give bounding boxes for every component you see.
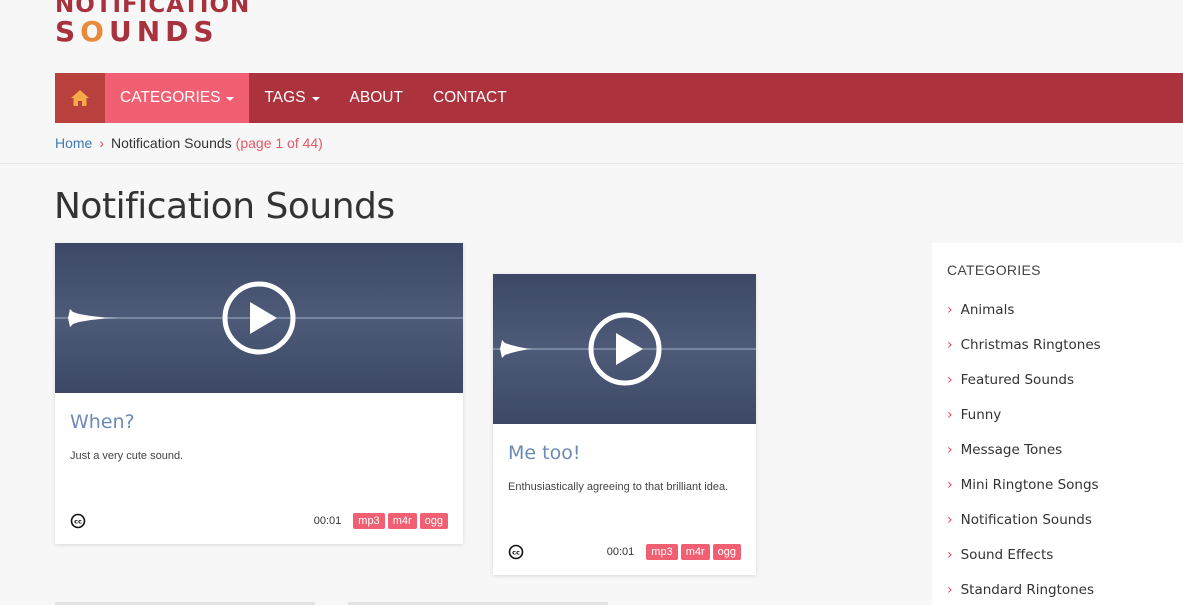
category-label: Animals: [960, 301, 1015, 318]
site-logo[interactable]: NOTIFICATION SOUNDS: [55, 0, 250, 46]
breadcrumb: Home › Notification Sounds (page 1 of 44…: [55, 135, 323, 151]
sound-description: Just a very cute sound.: [70, 450, 184, 462]
card-footer: cc 00:01 mp3 m4r ogg: [70, 513, 448, 529]
sound-card: Me too! Enthusiastically agreeing to tha…: [493, 274, 756, 575]
category-item-animals[interactable]: › Animals: [947, 292, 1168, 327]
nav-categories-label: CATEGORIES: [120, 89, 221, 106]
nav-tags[interactable]: TAGS: [249, 73, 334, 123]
sound-player[interactable]: [55, 243, 463, 393]
breadcrumb-page-info: (page 1 of 44): [235, 135, 323, 151]
chevron-right-icon: ›: [947, 511, 953, 528]
play-icon[interactable]: [587, 311, 663, 387]
caret-down-icon: [226, 97, 235, 101]
main-navbar: CATEGORIES TAGS ABOUT CONTACT: [55, 73, 1183, 123]
chevron-right-icon: ›: [947, 476, 953, 493]
logo-o-mark: O: [80, 15, 109, 48]
chevron-right-icon: ›: [947, 441, 953, 458]
svg-text:cc: cc: [74, 518, 82, 526]
caret-down-icon: [311, 97, 320, 101]
nav-contact[interactable]: CONTACT: [418, 73, 522, 123]
category-item-funny[interactable]: › Funny: [947, 397, 1168, 432]
category-label: Funny: [960, 406, 1002, 423]
chevron-right-icon: ›: [947, 581, 953, 598]
sound-duration: 00:01: [606, 546, 635, 558]
download-mp3-button[interactable]: mp3: [353, 513, 385, 529]
sound-title[interactable]: When?: [70, 411, 448, 433]
nav-home-button[interactable]: [55, 73, 105, 123]
card-footer: cc 00:01 mp3 m4r ogg: [508, 544, 741, 560]
download-m4r-button[interactable]: m4r: [387, 513, 417, 529]
sound-card: When? Just a very cute sound. cc 00:01 m…: [55, 243, 463, 544]
sound-description: Enthusiastically agreeing to that brilli…: [508, 481, 729, 493]
category-item-mini-ringtone-songs[interactable]: › Mini Ringtone Songs: [947, 467, 1168, 502]
download-ogg-button[interactable]: ogg: [712, 544, 741, 560]
nav-contact-label: CONTACT: [432, 89, 507, 106]
category-item-standard-ringtones[interactable]: › Standard Ringtones: [947, 572, 1168, 605]
creative-commons-icon[interactable]: cc: [508, 544, 524, 560]
category-item-message-tones[interactable]: › Message Tones: [947, 432, 1168, 467]
breadcrumb-current: Notification Sounds: [111, 135, 232, 151]
chevron-right-icon: ›: [99, 135, 105, 151]
nav-about-label: ABOUT: [349, 89, 403, 106]
category-label: Sound Effects: [960, 546, 1054, 563]
download-ogg-button[interactable]: ogg: [419, 513, 448, 529]
page-title: Notification Sounds: [54, 186, 395, 227]
chevron-right-icon: ›: [947, 371, 953, 388]
sound-title[interactable]: Me too!: [508, 442, 741, 464]
home-icon: [71, 90, 89, 106]
category-label: Notification Sounds: [960, 511, 1092, 528]
categories-sidebar: CATEGORIES › Animals › Christmas Ringtones…: [932, 243, 1183, 605]
category-label: Mini Ringtone Songs: [960, 476, 1099, 493]
category-item-notification-sounds[interactable]: › Notification Sounds: [947, 502, 1168, 537]
sound-player[interactable]: [493, 274, 756, 424]
category-label: Standard Ringtones: [960, 581, 1095, 598]
chevron-right-icon: ›: [947, 336, 953, 353]
category-item-sound-effects[interactable]: › Sound Effects: [947, 537, 1168, 572]
category-label: Featured Sounds: [960, 371, 1075, 388]
nav-categories[interactable]: CATEGORIES: [105, 73, 250, 123]
category-list: › Animals › Christmas Ringtones › Featured …: [947, 292, 1168, 605]
sidebar-heading: CATEGORIES: [947, 262, 1041, 278]
play-icon[interactable]: [221, 280, 297, 356]
category-item-christmas-ringtones[interactable]: › Christmas Ringtones: [947, 327, 1168, 362]
breadcrumb-divider: [0, 163, 1183, 164]
download-m4r-button[interactable]: m4r: [680, 544, 710, 560]
nav-about[interactable]: ABOUT: [335, 73, 418, 123]
download-mp3-button[interactable]: mp3: [646, 544, 678, 560]
chevron-right-icon: ›: [947, 406, 953, 423]
category-label: Christmas Ringtones: [960, 336, 1101, 353]
svg-text:cc: cc: [512, 549, 520, 557]
breadcrumb-home-link[interactable]: Home: [55, 135, 92, 151]
logo-text-bottom: SOUNDS: [55, 15, 219, 48]
sound-duration: 00:01: [313, 515, 342, 527]
category-label: Message Tones: [960, 441, 1063, 458]
creative-commons-icon[interactable]: cc: [70, 513, 86, 529]
category-item-featured-sounds[interactable]: › Featured Sounds: [947, 362, 1168, 397]
chevron-right-icon: ›: [947, 546, 953, 563]
nav-tags-label: TAGS: [264, 89, 306, 106]
chevron-right-icon: ›: [947, 301, 953, 318]
